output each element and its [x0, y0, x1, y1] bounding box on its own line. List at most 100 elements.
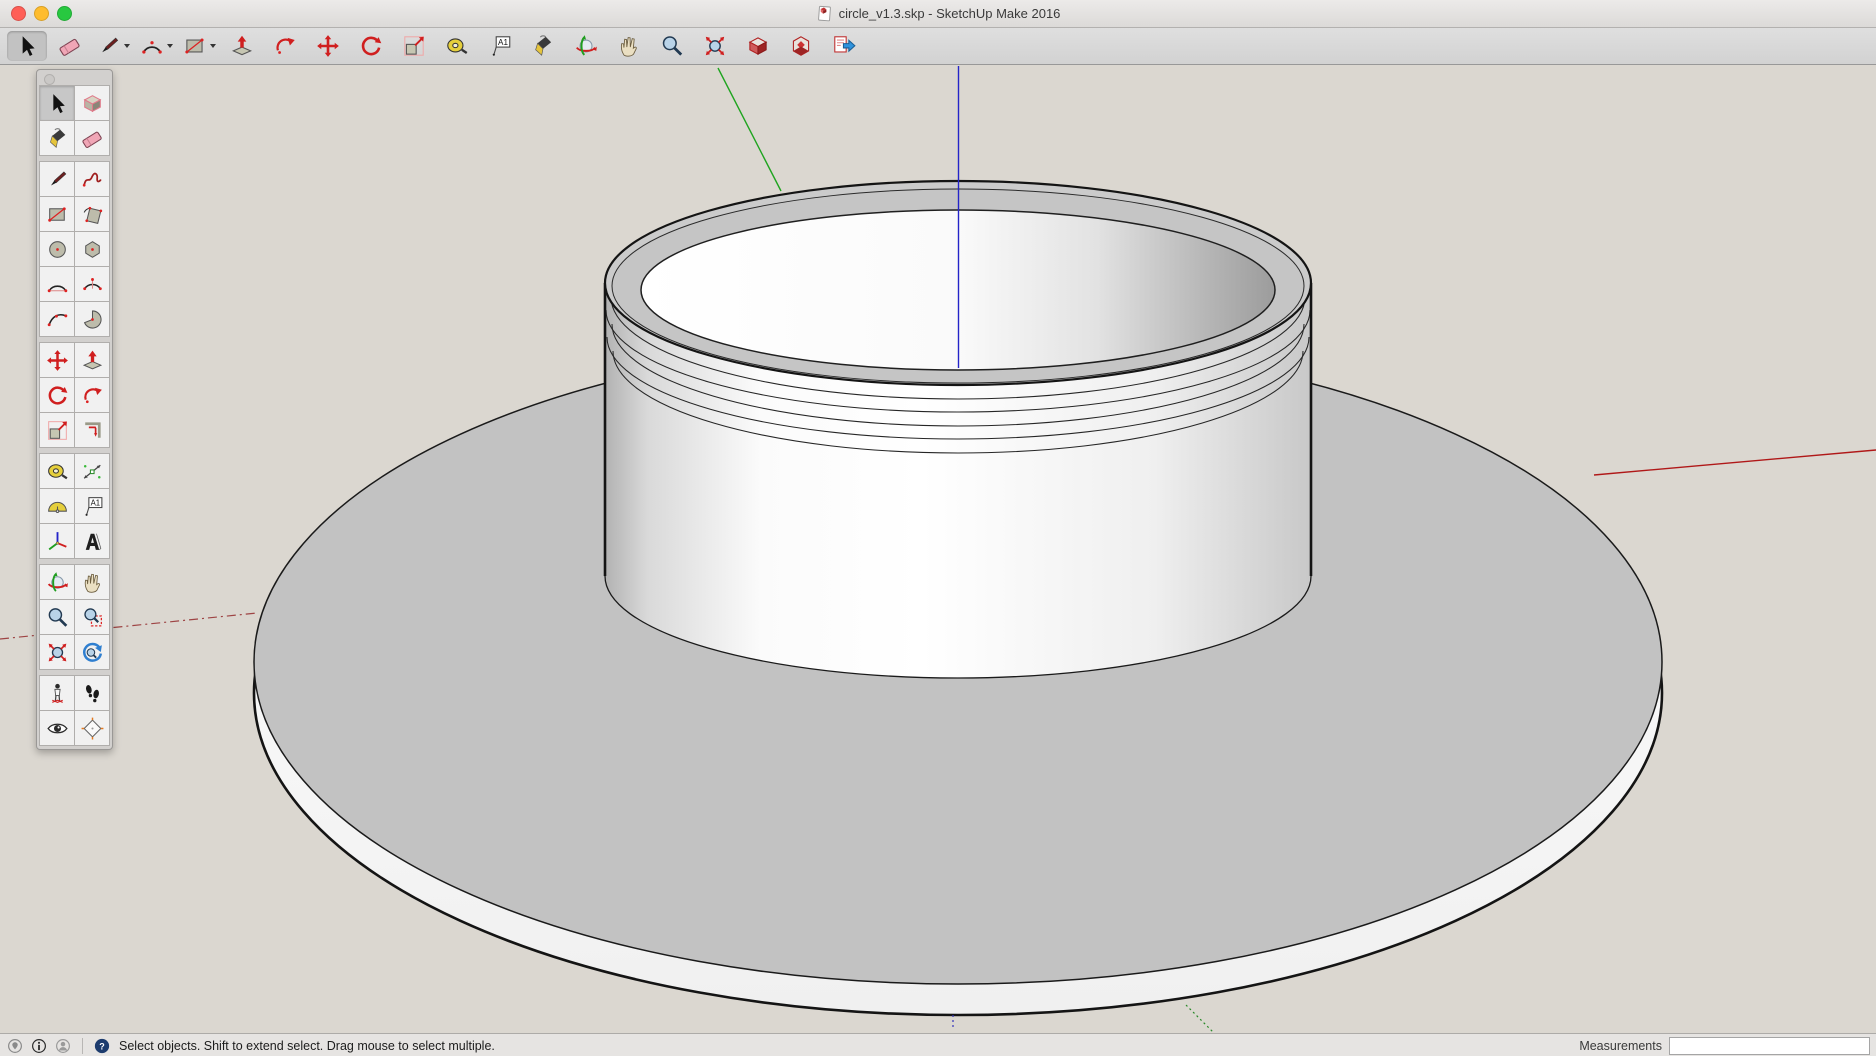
move-tool-button[interactable] [40, 343, 74, 377]
measurements-input[interactable] [1669, 1037, 1870, 1055]
text-icon: A1 [487, 33, 513, 59]
scale-icon [401, 33, 427, 59]
axes-tool-button[interactable] [40, 524, 74, 558]
statusbar: ? Select objects. Shift to extend select… [0, 1033, 1876, 1056]
credits-button[interactable] [30, 1037, 48, 1055]
shapes-tool-button[interactable] [179, 31, 219, 61]
select-tool-button[interactable] [40, 86, 74, 120]
geolocate-button[interactable] [6, 1037, 24, 1055]
three-point-arc-tool-button[interactable] [40, 302, 74, 336]
two-point-arc-tool-button[interactable] [75, 267, 109, 301]
modeling-viewport[interactable]: A1 [0, 65, 1876, 1033]
two-point-arc-icon [80, 272, 105, 297]
arc-tool-button[interactable] [40, 267, 74, 301]
3d-text-icon [80, 529, 105, 554]
section-plane-tool-button[interactable] [75, 711, 109, 745]
scale-tool-button[interactable] [40, 413, 74, 447]
palette-header[interactable] [39, 70, 110, 85]
scale-icon [45, 418, 70, 443]
push-pull-tool-button[interactable] [75, 343, 109, 377]
rotate-tool-button[interactable] [351, 31, 391, 61]
pan-icon [616, 33, 642, 59]
palette-close-button[interactable] [44, 74, 55, 85]
select-tool-button[interactable] [7, 31, 47, 61]
tape-measure-icon [444, 33, 470, 59]
large-tool-set: A1 [36, 69, 113, 750]
polygon-tool-button[interactable] [75, 232, 109, 266]
orbit-tool-button[interactable] [40, 565, 74, 599]
dropdown-caret-icon[interactable] [124, 44, 130, 48]
polygon-icon [80, 237, 105, 262]
3d-text-tool-button[interactable] [75, 524, 109, 558]
freehand-icon [80, 167, 105, 192]
paint-bucket-tool-button[interactable] [40, 121, 74, 155]
close-button[interactable] [11, 6, 26, 21]
arc-icon [45, 272, 70, 297]
pan-tool-button[interactable] [609, 31, 649, 61]
rectangle-tool-button[interactable] [40, 197, 74, 231]
arcs-tool-button[interactable] [136, 31, 176, 61]
move-icon [315, 33, 341, 59]
pan-tool-button[interactable] [75, 565, 109, 599]
follow-me-tool-button[interactable] [75, 378, 109, 412]
tool-group [39, 564, 110, 670]
follow-me-tool-button[interactable] [265, 31, 305, 61]
dimensions-icon [80, 459, 105, 484]
walk-tool-button[interactable] [75, 676, 109, 710]
credits-icon [30, 1037, 48, 1055]
top-toolbar: A1 [0, 28, 1876, 65]
rotate-tool-button[interactable] [40, 378, 74, 412]
look-around-tool-button[interactable] [40, 711, 74, 745]
zoom-extents-tool-button[interactable] [40, 635, 74, 669]
zoom-previous-icon [80, 640, 105, 665]
eraser-tool-button[interactable] [50, 31, 90, 61]
offset-tool-button[interactable] [75, 413, 109, 447]
zoom-previous-tool-button[interactable] [75, 635, 109, 669]
circle-tool-button[interactable] [40, 232, 74, 266]
push-pull-tool-button[interactable] [222, 31, 262, 61]
line-tool-button[interactable] [93, 31, 133, 61]
line-tool-button[interactable] [40, 162, 74, 196]
eraser-tool-button[interactable] [75, 121, 109, 155]
orbit-tool-button[interactable] [566, 31, 606, 61]
get-models-tool-button[interactable] [738, 31, 778, 61]
make-component-tool-button[interactable] [75, 86, 109, 120]
freehand-tool-button[interactable] [75, 162, 109, 196]
section-plane-icon [80, 716, 105, 741]
help-button[interactable]: ? [93, 1037, 111, 1055]
fullscreen-button[interactable] [57, 6, 72, 21]
dropdown-caret-icon[interactable] [167, 44, 173, 48]
scale-tool-button[interactable] [394, 31, 434, 61]
tape-measure-icon [45, 459, 70, 484]
zoom-window-tool-button[interactable] [75, 600, 109, 634]
select-icon [14, 33, 40, 59]
zoom-extents-tool-button[interactable] [695, 31, 735, 61]
move-tool-button[interactable] [308, 31, 348, 61]
text-tool-button[interactable]: A1 [75, 489, 109, 523]
export-model-tool-button[interactable] [824, 31, 864, 61]
push-pull-icon [229, 33, 255, 59]
dropdown-caret-icon[interactable] [210, 44, 216, 48]
dimensions-tool-button[interactable] [75, 454, 109, 488]
follow-me-icon [80, 383, 105, 408]
minimize-button[interactable] [34, 6, 49, 21]
zoom-tool-button[interactable] [40, 600, 74, 634]
titlebar: circle_v1.3.skp - SketchUp Make 2016 [0, 0, 1876, 28]
sign-in-button[interactable] [54, 1037, 72, 1055]
rotated-rectangle-tool-button[interactable] [75, 197, 109, 231]
share-model-tool-button[interactable] [781, 31, 821, 61]
viewport-canvas[interactable] [0, 65, 1876, 1033]
position-camera-tool-button[interactable] [40, 676, 74, 710]
pie-tool-button[interactable] [75, 302, 109, 336]
zoom-extents-icon [45, 640, 70, 665]
line-icon [96, 33, 122, 59]
status-message: Select objects. Shift to extend select. … [119, 1039, 495, 1053]
sign-in-icon [54, 1037, 72, 1055]
tape-measure-tool-button[interactable] [437, 31, 477, 61]
tape-measure-tool-button[interactable] [40, 454, 74, 488]
protractor-tool-button[interactable] [40, 489, 74, 523]
zoom-tool-button[interactable] [652, 31, 692, 61]
text-tool-button[interactable]: A1 [480, 31, 520, 61]
eraser-icon [80, 126, 105, 151]
paint-bucket-tool-button[interactable] [523, 31, 563, 61]
